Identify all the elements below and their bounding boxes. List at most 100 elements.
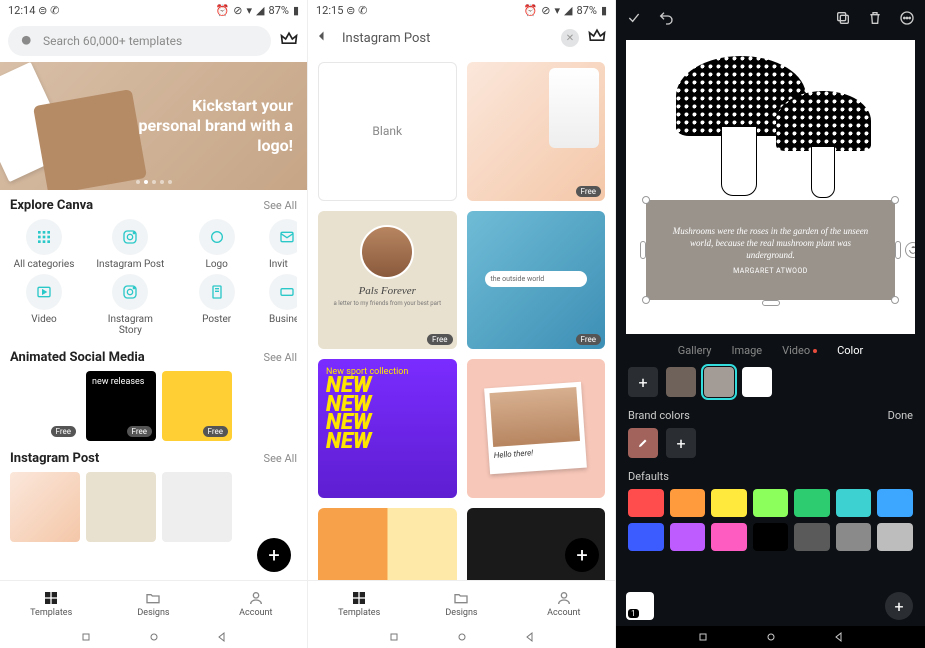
color-swatch[interactable] <box>794 523 830 551</box>
whatsapp-icon: ✆ <box>50 4 59 17</box>
category-instagram-story[interactable]: Instagram Story <box>96 274 164 336</box>
color-swatch[interactable] <box>711 523 747 551</box>
color-swatch[interactable] <box>836 489 872 517</box>
undo-icon[interactable] <box>658 10 674 26</box>
template-thumb[interactable]: Free <box>10 371 80 441</box>
template-thumb[interactable] <box>162 472 232 542</box>
template-thumb[interactable]: Hello there! <box>467 359 606 498</box>
template-thumb[interactable]: Free <box>162 371 232 441</box>
color-swatch[interactable] <box>628 523 664 551</box>
color-swatch[interactable] <box>836 523 872 551</box>
template-blank[interactable]: Blank <box>318 62 457 201</box>
resize-handle[interactable] <box>642 296 650 304</box>
template-thumb[interactable] <box>238 371 297 441</box>
resize-handle[interactable] <box>895 241 901 259</box>
back-icon[interactable] <box>216 631 228 643</box>
category-all[interactable]: All categories <box>10 219 78 270</box>
template-thumb[interactable]: Free <box>467 62 606 201</box>
selected-text-element[interactable]: Mushrooms were the roses in the garden o… <box>646 200 895 300</box>
category-poster[interactable]: Poster <box>183 274 251 336</box>
create-fab[interactable]: + <box>565 538 599 572</box>
hero-banner[interactable]: Kickstart your personal brand with a log… <box>0 62 307 190</box>
tab-designs[interactable]: Designs <box>410 581 512 626</box>
color-swatch[interactable] <box>666 367 696 397</box>
category-instagram-post[interactable]: Instagram Post <box>96 219 164 270</box>
tab-templates[interactable]: Templates <box>308 581 410 626</box>
home-icon[interactable] <box>456 631 468 643</box>
resize-handle[interactable] <box>891 296 899 304</box>
tab-templates[interactable]: Templates <box>0 581 102 626</box>
tab-account[interactable]: Account <box>513 581 615 626</box>
back-icon[interactable] <box>524 631 536 643</box>
template-thumb[interactable]: Pals Forever a letter to my friends from… <box>318 211 457 350</box>
tab-designs[interactable]: Designs <box>102 581 204 626</box>
category-invitation[interactable]: Invit <box>269 219 297 270</box>
search-value[interactable]: Instagram Post <box>342 31 553 46</box>
color-swatch[interactable] <box>670 523 706 551</box>
color-swatch[interactable] <box>753 489 789 517</box>
tab-gallery[interactable]: Gallery <box>678 344 712 357</box>
color-swatch[interactable] <box>753 523 789 551</box>
copy-icon[interactable] <box>835 10 851 26</box>
template-thumb[interactable] <box>10 472 80 542</box>
clear-button[interactable]: ✕ <box>561 29 579 47</box>
search-placeholder: Search 60,000+ templates <box>43 34 182 48</box>
color-swatch[interactable] <box>877 523 913 551</box>
home-icon[interactable] <box>765 631 777 643</box>
tab-account[interactable]: Account <box>205 581 307 626</box>
color-swatch[interactable] <box>711 489 747 517</box>
template-thumb[interactable] <box>86 472 156 542</box>
canvas-image[interactable] <box>666 46 876 196</box>
animated-see-all[interactable]: See All <box>264 351 297 364</box>
more-icon[interactable] <box>899 10 915 26</box>
editor-canvas[interactable]: Mushrooms were the roses in the garden o… <box>626 40 915 334</box>
confirm-icon[interactable] <box>626 10 642 26</box>
add-element-fab[interactable]: + <box>885 592 913 620</box>
resize-handle[interactable] <box>640 241 646 259</box>
battery-text: 87% <box>269 4 289 17</box>
premium-button[interactable] <box>587 26 607 50</box>
template-thumb[interactable]: the outside worldFree <box>467 211 606 350</box>
tab-color[interactable]: Color <box>837 344 863 357</box>
color-swatch[interactable] <box>877 489 913 517</box>
explore-see-all[interactable]: See All <box>264 199 297 212</box>
category-logo[interactable]: Logo <box>183 219 251 270</box>
recents-icon[interactable] <box>697 631 709 643</box>
animated-thumbs[interactable]: Free new releasesFree Free <box>10 371 297 441</box>
battery-icon: ▮ <box>293 4 299 17</box>
tab-video[interactable]: Video <box>782 344 817 357</box>
instagram-see-all[interactable]: See All <box>264 452 297 465</box>
resize-handle[interactable] <box>891 196 899 204</box>
crown-icon <box>279 29 299 49</box>
pages-button[interactable]: 1 <box>626 592 654 620</box>
color-swatch[interactable] <box>670 489 706 517</box>
template-thumb[interactable]: New sport collection NEW NEW NEW NEW <box>318 359 457 498</box>
recents-icon[interactable] <box>388 631 400 643</box>
resize-handle[interactable] <box>762 300 780 306</box>
status-bar: 12:15 ⊜ ✆ ⏰⊘▾◢ 87%▮ <box>308 0 615 20</box>
recents-icon[interactable] <box>80 631 92 643</box>
add-color-button[interactable]: + <box>628 367 658 397</box>
instagram-thumbs[interactable] <box>10 472 297 542</box>
delete-icon[interactable] <box>867 10 883 26</box>
back-icon[interactable] <box>833 631 845 643</box>
home-icon[interactable] <box>148 631 160 643</box>
rotate-handle[interactable] <box>905 242 915 258</box>
category-video[interactable]: Video <box>10 274 78 336</box>
color-swatch[interactable] <box>742 367 772 397</box>
done-button[interactable]: Done <box>888 409 913 422</box>
back-button[interactable] <box>316 27 334 49</box>
category-business[interactable]: Busine <box>269 274 297 336</box>
resize-handle[interactable] <box>642 196 650 204</box>
color-swatch-selected[interactable] <box>704 367 734 397</box>
explore-title: Explore Canva <box>10 198 93 213</box>
premium-button[interactable] <box>279 29 299 53</box>
template-thumb[interactable]: new releasesFree <box>86 371 156 441</box>
color-swatch[interactable] <box>628 489 664 517</box>
add-brand-color[interactable]: + <box>666 428 696 458</box>
tab-image[interactable]: Image <box>731 344 762 357</box>
edit-brand-color[interactable] <box>628 428 658 458</box>
color-swatch[interactable] <box>794 489 830 517</box>
search-input[interactable]: Search 60,000+ templates <box>8 26 271 56</box>
create-fab[interactable]: + <box>257 538 291 572</box>
